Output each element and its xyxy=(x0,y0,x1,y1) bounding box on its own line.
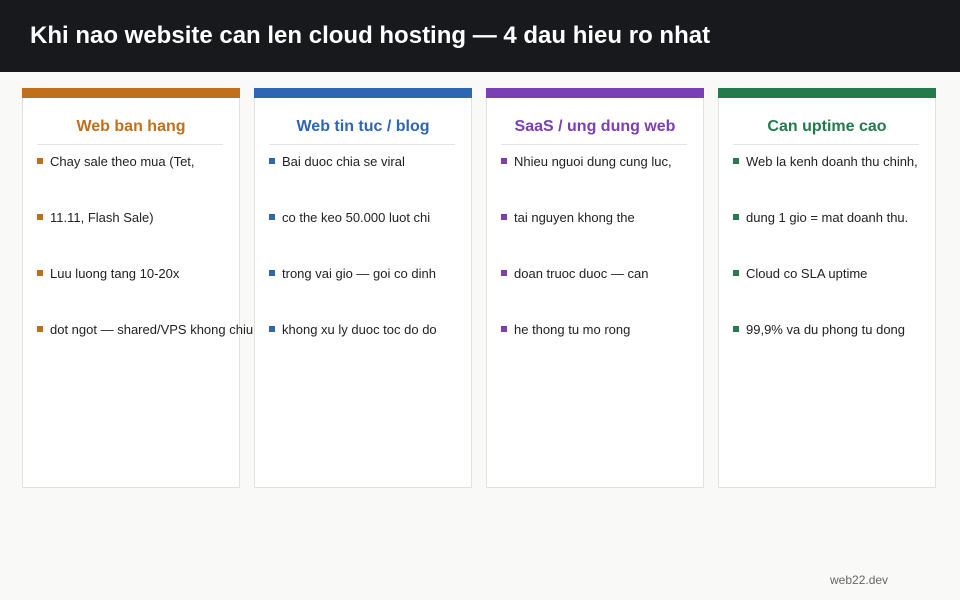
page-title: Khi nao website can len cloud hosting — … xyxy=(30,22,711,49)
list-item: Bai duoc chia se viral xyxy=(269,154,509,171)
card-divider xyxy=(269,144,455,145)
list-item-text: doan truoc duoc — can xyxy=(514,266,649,281)
card-divider xyxy=(733,144,919,145)
card-divider xyxy=(37,144,223,145)
bullet-square-icon xyxy=(733,326,739,332)
bullet-square-icon xyxy=(269,158,275,164)
card-divider xyxy=(501,144,687,145)
card-0: Web ban hang Chay sale theo mua (Tet, 11.1… xyxy=(22,88,253,488)
card-accent-bar xyxy=(718,88,936,98)
card-title: Web tin tuc / blog xyxy=(296,118,430,135)
card-title: Web ban hang xyxy=(76,118,186,135)
list-item-text: Bai duoc chia se viral xyxy=(282,154,405,169)
list-item-text: 99,9% va du phong tu dong xyxy=(746,322,906,337)
list-item: trong vai gio — goi co dinh xyxy=(269,266,509,283)
bullet-square-icon xyxy=(37,270,43,276)
bullet-square-icon xyxy=(269,270,275,276)
header-bar: Khi nao website can len cloud hosting — … xyxy=(0,0,960,72)
list-item-text: tai nguyen khong the xyxy=(514,210,635,225)
list-item-text: co the keo 50.000 luot chi xyxy=(282,210,431,225)
list-item: khong xu ly duoc toc do do xyxy=(269,322,509,339)
bullet-square-icon xyxy=(37,326,43,332)
list-item: he thong tu mo rong xyxy=(501,322,741,339)
bullet-square-icon xyxy=(733,214,739,220)
list-item-text: Luu luong tang 10-20x xyxy=(50,266,180,281)
list-item-text: khong xu ly duoc toc do do xyxy=(282,322,437,337)
bullet-square-icon xyxy=(501,326,507,332)
list-item: doan truoc duoc — can xyxy=(501,266,741,283)
list-item: Luu luong tang 10-20x xyxy=(37,266,277,283)
card-accent-bar xyxy=(22,88,240,98)
list-item: 99,9% va du phong tu dong xyxy=(733,322,960,339)
list-item: dot ngot — shared/VPS khong chiu xyxy=(37,322,277,339)
card-1: Web tin tuc / blog Bai duoc chia se viral… xyxy=(254,88,472,488)
footer-brand: web22.dev xyxy=(830,573,889,587)
list-item-text: dot ngot — shared/VPS khong chiu xyxy=(50,322,254,337)
bullet-square-icon xyxy=(269,326,275,332)
list-item: 11.11, Flash Sale) xyxy=(37,210,277,227)
card-accent-bar xyxy=(486,88,704,98)
card-2: SaaS / ung dung web Nhieu nguoi dung cung… xyxy=(486,88,704,488)
list-item: Web la kenh doanh thu chinh, xyxy=(733,154,960,171)
bullet-square-icon xyxy=(501,158,507,164)
list-item: Chay sale theo mua (Tet, xyxy=(37,154,277,171)
list-item: dung 1 gio = mat doanh thu. xyxy=(733,210,960,227)
list-item: co the keo 50.000 luot chi xyxy=(269,210,509,227)
list-item-text: dung 1 gio = mat doanh thu. xyxy=(746,210,909,225)
bullet-square-icon xyxy=(37,158,43,164)
bullet-square-icon xyxy=(37,214,43,220)
card-title: Can uptime cao xyxy=(767,118,887,135)
list-item-text: 11.11, Flash Sale) xyxy=(50,210,154,225)
card-accent-bar xyxy=(254,88,472,98)
list-item-text: Web la kenh doanh thu chinh, xyxy=(746,154,918,169)
list-item: Cloud co SLA uptime xyxy=(733,266,960,283)
bullet-square-icon xyxy=(269,214,275,220)
list-item-text: trong vai gio — goi co dinh xyxy=(282,266,436,281)
card-title: SaaS / ung dung web xyxy=(514,118,676,135)
list-item-text: Cloud co SLA uptime xyxy=(746,266,868,281)
bullet-square-icon xyxy=(501,214,507,220)
bullet-square-icon xyxy=(733,270,739,276)
list-item: tai nguyen khong the xyxy=(501,210,741,227)
list-item-text: he thong tu mo rong xyxy=(514,322,631,337)
card-3: Can uptime cao Web la kenh doanh thu chin… xyxy=(718,88,936,488)
list-item-text: Nhieu nguoi dung cung luc, xyxy=(514,154,672,169)
list-item: Nhieu nguoi dung cung luc, xyxy=(501,154,741,171)
bullet-square-icon xyxy=(501,270,507,276)
bullet-square-icon xyxy=(733,158,739,164)
list-item-text: Chay sale theo mua (Tet, xyxy=(50,154,195,169)
